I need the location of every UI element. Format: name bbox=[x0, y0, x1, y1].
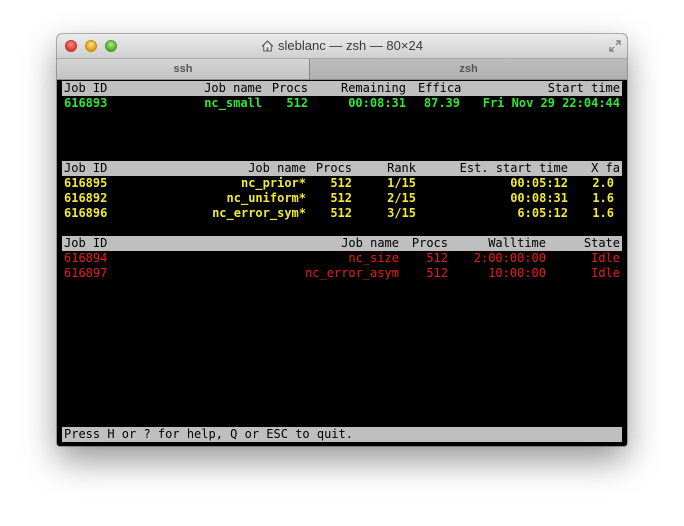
rank: 2/15 bbox=[387, 191, 416, 205]
job-id: 616894 bbox=[64, 251, 108, 265]
col-walltime: Walltime bbox=[488, 236, 546, 250]
col-procs: Procs bbox=[315, 161, 352, 175]
job-name: nc_size bbox=[348, 251, 399, 265]
procs: 512 bbox=[286, 96, 308, 110]
tab-bar: ssh zsh bbox=[57, 59, 627, 80]
walltime: 2:00:00:00 bbox=[473, 251, 546, 265]
procs: 512 bbox=[426, 266, 448, 280]
col-job-id: Job ID bbox=[64, 81, 108, 95]
rank: 3/15 bbox=[387, 206, 416, 220]
table-row: 616895 nc_prior* 512 1/15 00:05:12 2.0 bbox=[62, 176, 622, 191]
eligible-header: Job ID Job name Procs Rank Est. start ti… bbox=[62, 161, 622, 176]
col-job-name: Job name bbox=[248, 161, 306, 175]
xfactor: 1.6 bbox=[592, 191, 614, 205]
efficacy: 87.39 bbox=[423, 96, 460, 110]
col-state: State bbox=[583, 236, 620, 250]
fullscreen-icon[interactable] bbox=[609, 39, 621, 57]
col-job-id: Job ID bbox=[64, 161, 108, 175]
tab-ssh[interactable]: ssh bbox=[57, 59, 310, 79]
col-job-id: Job ID bbox=[64, 236, 108, 250]
table-row: 616894 nc_size 512 2:00:00:00 Idle bbox=[62, 251, 622, 266]
tab-zsh[interactable]: zsh bbox=[310, 59, 627, 79]
start-time: Fri Nov 29 22:04:44 bbox=[482, 96, 620, 110]
est-start: 00:05:12 bbox=[510, 176, 568, 190]
est-start: 6:05:12 bbox=[517, 206, 568, 220]
col-est-start: Est. start time bbox=[459, 161, 568, 175]
col-efficacy: Effica bbox=[418, 81, 462, 95]
col-rank: Rank bbox=[387, 161, 416, 175]
blocked-header: Job ID Job name Procs Walltime State bbox=[62, 236, 622, 251]
job-id: 616896 bbox=[64, 206, 108, 220]
procs: 512 bbox=[330, 176, 352, 190]
job-id: 616897 bbox=[64, 266, 108, 280]
job-id: 616892 bbox=[64, 191, 108, 205]
job-id: 616895 bbox=[64, 176, 108, 190]
running-header: Job ID Job name Procs Remaining Effica S… bbox=[62, 81, 622, 96]
terminal-content[interactable]: Job ID Job name Procs Remaining Effica S… bbox=[57, 80, 627, 446]
xfactor: 1.6 bbox=[592, 206, 614, 220]
job-name: nc_small bbox=[204, 96, 262, 110]
rank: 1/15 bbox=[387, 176, 416, 190]
job-name: nc_prior* bbox=[240, 176, 306, 190]
title-bar[interactable]: sleblanc — zsh — 80×24 bbox=[57, 34, 627, 59]
job-name: nc_error_asym bbox=[305, 266, 399, 280]
col-remaining: Remaining bbox=[340, 81, 406, 95]
table-row: 616896 nc_error_sym* 512 3/15 6:05:12 1.… bbox=[62, 206, 622, 221]
window-title: sleblanc — zsh — 80×24 bbox=[278, 38, 423, 53]
est-start: 00:08:31 bbox=[510, 191, 568, 205]
help-bar: Press H or ? for help, Q or ESC to quit. bbox=[62, 427, 622, 442]
col-job-name: Job name bbox=[204, 81, 262, 95]
col-start-time: Start time bbox=[547, 81, 620, 95]
walltime: 10:00:00 bbox=[488, 266, 546, 280]
terminal-window: sleblanc — zsh — 80×24 ssh zsh Job ID Jo… bbox=[57, 34, 627, 446]
job-name: nc_error_sym* bbox=[212, 206, 306, 220]
window-title-container: sleblanc — zsh — 80×24 bbox=[57, 38, 627, 55]
home-icon bbox=[261, 40, 274, 55]
job-name: nc_uniform* bbox=[226, 191, 306, 205]
remaining: 00:08:31 bbox=[348, 96, 406, 110]
col-xfactor: X fa bbox=[591, 161, 620, 175]
procs: 512 bbox=[330, 206, 352, 220]
help-text: Press H or ? for help, Q or ESC to quit. bbox=[64, 427, 353, 441]
procs: 512 bbox=[330, 191, 352, 205]
state: Idle bbox=[591, 266, 620, 280]
procs: 512 bbox=[426, 251, 448, 265]
table-row: 616897 nc_error_asym 512 10:00:00 Idle bbox=[62, 266, 622, 281]
xfactor: 2.0 bbox=[592, 176, 614, 190]
col-procs: Procs bbox=[411, 236, 448, 250]
state: Idle bbox=[591, 251, 620, 265]
table-row: 616892 nc_uniform* 512 2/15 00:08:31 1.6 bbox=[62, 191, 622, 206]
job-id: 616893 bbox=[64, 96, 108, 110]
col-procs: Procs bbox=[271, 81, 308, 95]
table-row: 616893 nc_small 512 00:08:31 87.39 Fri N… bbox=[62, 96, 622, 111]
col-job-name: Job name bbox=[341, 236, 399, 250]
